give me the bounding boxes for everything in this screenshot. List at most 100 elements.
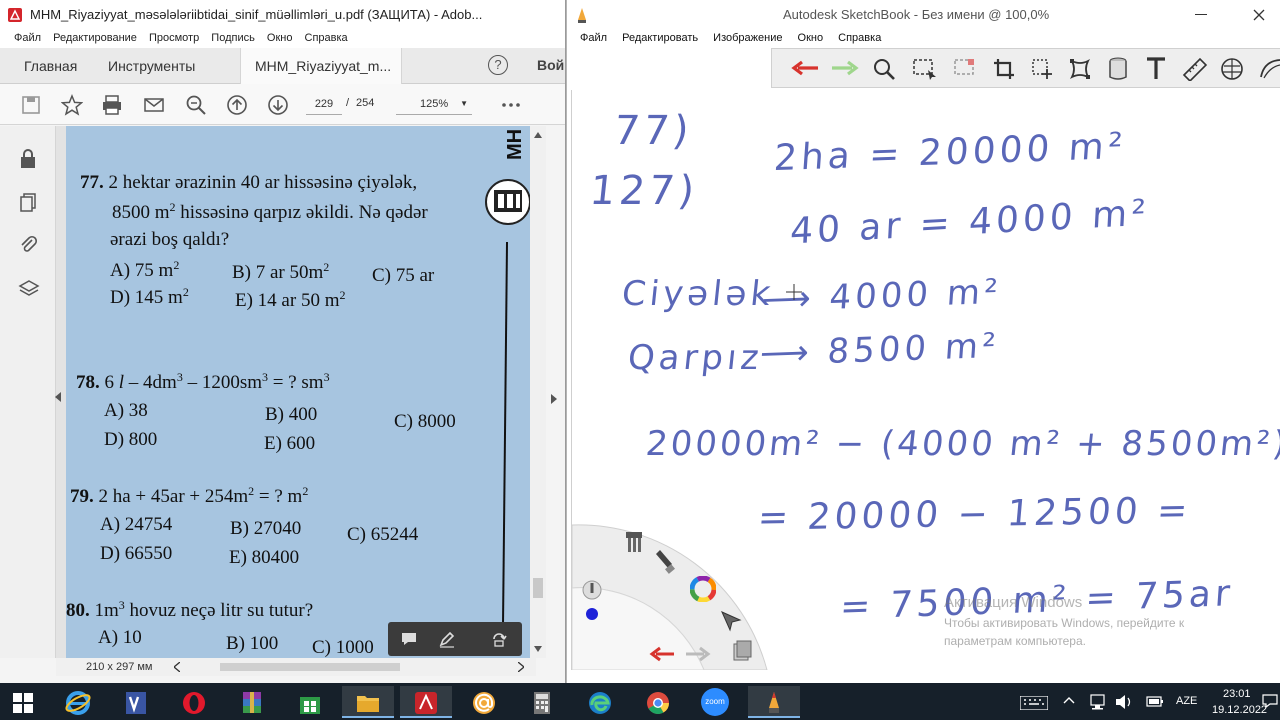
brush-palette-icon[interactable] <box>624 530 644 556</box>
question-77-text-2a: 8500 m <box>112 202 170 223</box>
select-rect-icon[interactable] <box>912 57 938 81</box>
language-indicator[interactable]: AZE <box>1176 695 1197 707</box>
sb-menu-image[interactable]: Изображение <box>713 32 782 44</box>
menu-view[interactable]: Просмотр <box>149 32 199 44</box>
vertical-scrollbar[interactable] <box>530 126 546 658</box>
q80-option-b: B) 100 <box>226 633 279 654</box>
french-curve-icon[interactable] <box>1258 57 1280 81</box>
color-puck-icon[interactable] <box>586 608 598 620</box>
page-number-input[interactable]: 229 <box>306 93 342 115</box>
prev-page-arrow-icon[interactable] <box>54 392 62 402</box>
q80-option-a: A) 10 <box>98 627 142 648</box>
taskbar-acrobat[interactable] <box>400 686 452 718</box>
taskbar-opera[interactable] <box>168 686 220 718</box>
login-link[interactable]: Вой <box>537 57 564 73</box>
keyboard-icon[interactable] <box>1020 696 1048 710</box>
more-tools-icon[interactable] <box>500 94 522 116</box>
taskbar-chrome[interactable] <box>632 686 684 718</box>
undo-icon[interactable] <box>790 59 820 77</box>
tab-document[interactable]: MHM_Riyaziyyat_m... × <box>240 48 402 110</box>
pointer-select-icon[interactable] <box>720 610 742 632</box>
ruler-icon[interactable] <box>1182 57 1208 81</box>
taskbar-sketchbook[interactable] <box>748 686 800 718</box>
hscroll-left-icon[interactable] <box>174 662 180 672</box>
save-icon[interactable] <box>20 94 42 116</box>
menu-sign[interactable]: Подпись <box>211 32 255 44</box>
sketchbook-titlebar[interactable]: Autodesk SketchBook - Без имени @ 100,0% <box>567 0 1280 30</box>
minimize-icon[interactable] <box>1195 14 1207 15</box>
sb-menu-edit[interactable]: Редактировать <box>622 32 698 44</box>
taskbar-visio[interactable] <box>110 686 162 718</box>
lock-icon[interactable] <box>18 148 38 170</box>
lagoon-redo-icon[interactable] <box>684 646 712 662</box>
tab-home[interactable]: Главная <box>24 48 77 84</box>
text-tool-icon[interactable] <box>1144 55 1168 83</box>
taskbar-explorer[interactable] <box>342 686 394 718</box>
hscroll-thumb[interactable] <box>220 663 400 671</box>
zoom-dropdown[interactable]: 125% ▼ <box>396 93 472 115</box>
taskbar-ie[interactable] <box>52 686 104 718</box>
menu-edit[interactable]: Редактирование <box>53 32 137 44</box>
drawing-canvas[interactable]: 77) 127) 2ha = 20000 m² 40 ar = 4000 m² … <box>571 90 1280 670</box>
ellipse-guide-icon[interactable] <box>1220 57 1244 81</box>
highlight-pen-icon[interactable] <box>438 630 456 648</box>
taskbar-mail-app[interactable] <box>458 686 510 718</box>
rotate-view-icon[interactable] <box>490 630 508 648</box>
windows-start-icon[interactable] <box>13 693 33 713</box>
taskbar-store[interactable] <box>284 686 336 718</box>
page-up-icon[interactable] <box>226 94 248 116</box>
tab-tools[interactable]: Инструменты <box>108 48 195 84</box>
taskbar-zoom[interactable]: zoom <box>690 686 742 718</box>
q79-option-e: E) 80400 <box>229 547 300 568</box>
sb-menu-help[interactable]: Справка <box>838 32 881 44</box>
pen-size-puck-icon[interactable] <box>582 580 602 600</box>
scroll-down-icon[interactable] <box>534 646 542 652</box>
acrobat-titlebar[interactable]: MHM_Riyaziyyat_məsələləriibtidai_sinif_m… <box>0 0 565 30</box>
fill-bucket-icon[interactable] <box>1106 55 1130 83</box>
select-lasso-icon[interactable] <box>952 57 978 81</box>
clock-date[interactable]: 19.12.2022 <box>1212 704 1267 716</box>
crosshair-cursor-icon <box>786 284 802 300</box>
layers-icon[interactable] <box>18 278 40 300</box>
help-icon[interactable]: ? <box>488 55 508 75</box>
next-page-arrow-icon[interactable] <box>550 394 558 404</box>
layers-stack-icon[interactable] <box>732 640 752 664</box>
attachment-icon[interactable] <box>18 234 38 256</box>
bookmark-star-icon[interactable] <box>61 94 83 116</box>
tab-document-label: MHM_Riyaziyyat_m... <box>255 58 392 74</box>
hscroll-right-icon[interactable] <box>518 662 524 672</box>
chevron-up-icon[interactable] <box>1062 694 1076 708</box>
page-total: 254 <box>356 97 375 109</box>
close-window-button[interactable] <box>1239 3 1279 27</box>
email-icon[interactable] <box>143 94 165 116</box>
q79-option-a: A) 24754 <box>100 514 173 535</box>
redo-icon[interactable] <box>830 59 860 77</box>
sb-menu-window[interactable]: Окно <box>798 32 824 44</box>
menu-help[interactable]: Справка <box>305 32 348 44</box>
taskbar-edge[interactable] <box>574 686 626 718</box>
network-icon[interactable] <box>1088 693 1106 711</box>
print-icon[interactable] <box>101 94 123 116</box>
scroll-thumb[interactable] <box>533 578 543 598</box>
taskbar-calculator[interactable] <box>516 686 568 718</box>
scroll-up-icon[interactable] <box>534 132 542 138</box>
distort-icon[interactable] <box>1068 57 1092 81</box>
zoom-search-icon[interactable] <box>185 94 207 116</box>
menu-file[interactable]: Файл <box>14 32 41 44</box>
volume-icon[interactable] <box>1114 693 1134 711</box>
lagoon-undo-icon[interactable] <box>648 646 676 662</box>
clock-time[interactable]: 23:01 <box>1223 688 1251 700</box>
notifications-icon[interactable] <box>1262 693 1278 709</box>
taskbar-winrar[interactable] <box>226 686 278 718</box>
comment-icon[interactable] <box>400 631 418 647</box>
battery-icon[interactable] <box>1146 694 1164 710</box>
crop-icon[interactable] <box>992 57 1016 81</box>
brush-tool-icon[interactable] <box>656 548 676 574</box>
color-wheel-icon[interactable] <box>690 576 716 602</box>
transform-move-icon[interactable] <box>1030 57 1054 81</box>
sb-menu-file[interactable]: Файл <box>580 32 607 44</box>
pages-icon[interactable] <box>18 192 38 214</box>
page-down-icon[interactable] <box>267 94 289 116</box>
zoom-icon[interactable] <box>872 57 896 81</box>
menu-window[interactable]: Окно <box>267 32 293 44</box>
